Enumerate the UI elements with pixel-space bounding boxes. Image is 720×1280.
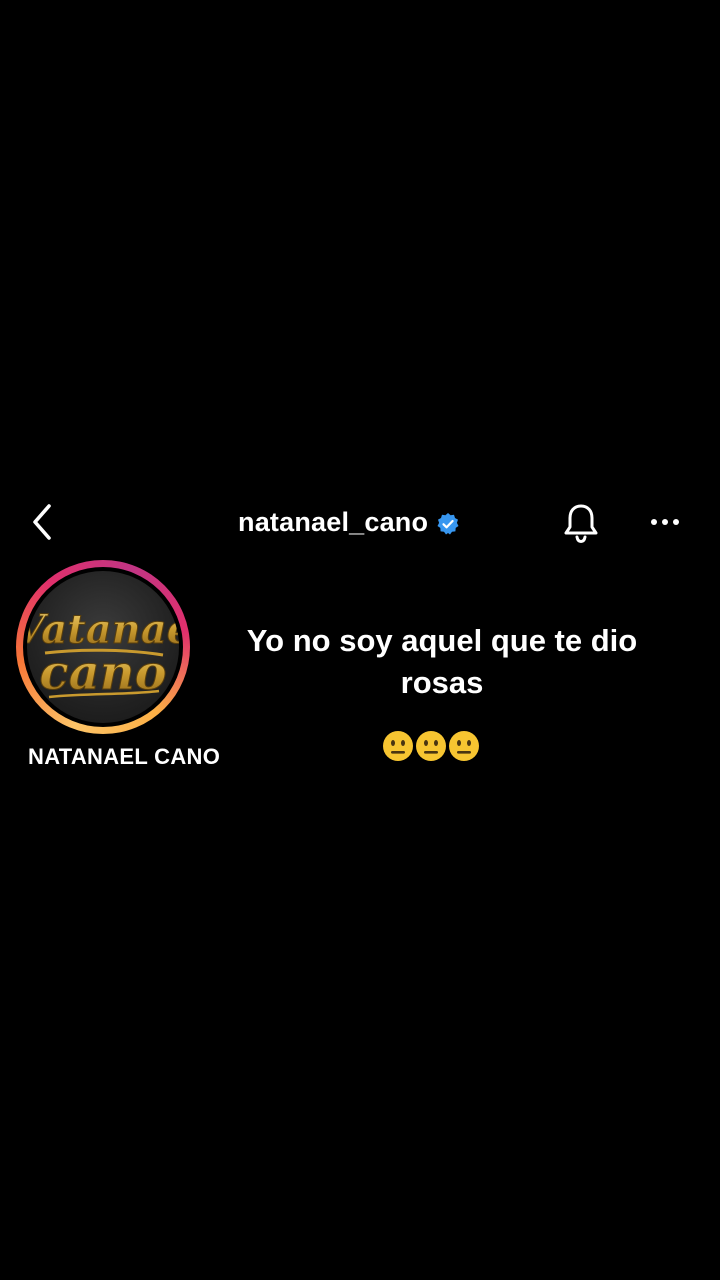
neutral-face-icon (416, 731, 446, 761)
avatar: Vatanae cano (27, 571, 179, 723)
verified-badge-icon (436, 512, 460, 536)
avatar-gap: Vatanae cano (23, 567, 183, 727)
emoji-row (382, 730, 480, 762)
story-text: Yo no soy aquel que te dio rosas (246, 623, 638, 700)
more-options-button[interactable] (642, 502, 688, 542)
brand-logo-image: Vatanae cano (27, 606, 179, 702)
neutral-face-icon (383, 731, 413, 761)
neutral-face-icon (449, 731, 479, 761)
profile-username[interactable]: natanael_cano (238, 504, 460, 540)
username-label: natanael_cano (238, 506, 429, 537)
bell-icon (564, 504, 598, 544)
more-horizontal-icon (651, 519, 679, 525)
display-name: NATANAEL CANO (28, 744, 221, 769)
back-button[interactable] (20, 500, 64, 544)
top-bar: natanael_cano (0, 490, 720, 554)
story-avatar-ring[interactable]: Vatanae cano (16, 560, 190, 734)
notifications-button[interactable] (556, 498, 606, 548)
chevron-left-icon (33, 504, 51, 540)
